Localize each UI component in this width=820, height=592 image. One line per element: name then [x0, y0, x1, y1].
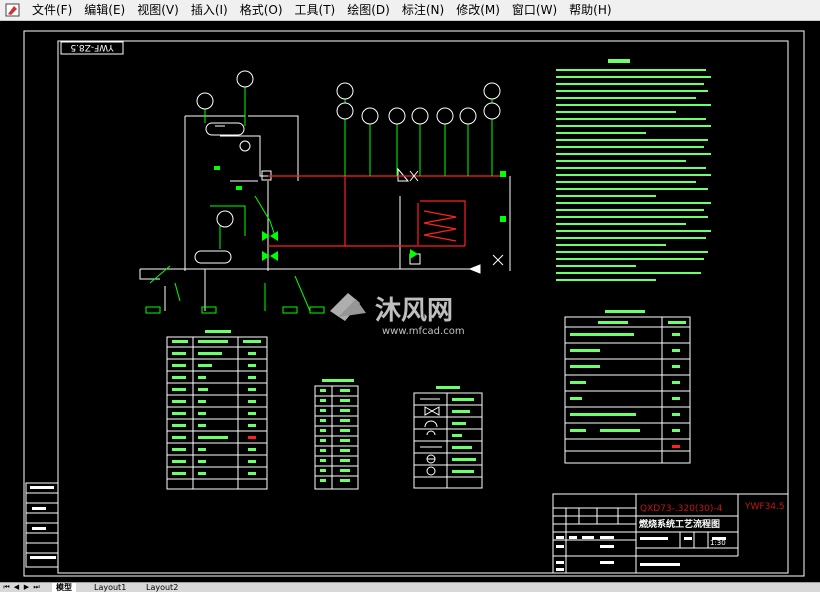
menu-view[interactable]: 视图(V): [131, 0, 185, 20]
drawing-code: QXD73-.320(30)-4: [640, 504, 723, 514]
valve-table-text: [570, 310, 686, 432]
drawing-title: 燃烧系统工艺流程图: [639, 518, 720, 530]
watermark-brand: 沐风网: [375, 296, 453, 326]
watermark-url: www.mfcad.com: [382, 326, 465, 337]
menu-dimension[interactable]: 标注(N): [396, 0, 450, 20]
menu-modify[interactable]: 修改(M): [450, 0, 506, 20]
marks: [409, 170, 504, 274]
menu-edit[interactable]: 编辑(E): [78, 0, 131, 20]
instrument-bubbles: [196, 70, 501, 228]
menu-bar: 文件(F) 编辑(E) 视图(V) 插入(I) 格式(O) 工具(T) 绘图(D…: [0, 0, 820, 21]
menu-format[interactable]: 格式(O): [234, 0, 289, 20]
valve-table: [564, 316, 691, 464]
technical-notes: [556, 59, 711, 281]
rotated-label: YWF-Z8.5: [70, 42, 114, 52]
red-cell: [248, 436, 256, 439]
menu-help[interactable]: 帮助(H): [563, 0, 617, 20]
watermark: 沐风网 www.mfcad.com: [330, 293, 465, 337]
menu-file[interactable]: 文件(F): [26, 0, 78, 20]
callouts: [145, 306, 325, 314]
title-block-text: [556, 536, 726, 571]
symbol-table-text: [320, 379, 354, 482]
red-piping: [268, 175, 500, 247]
drawing-scale: 1:30: [710, 539, 726, 547]
app-icon[interactable]: [4, 1, 22, 19]
cad-drawing: YWF-Z8.5 QXD73-.320(30)-4 YWF34.5 燃烧系统工艺…: [23, 30, 805, 577]
revision-strip: [25, 482, 59, 568]
menu-insert[interactable]: 插入(I): [185, 0, 234, 20]
menu-window[interactable]: 窗口(W): [506, 0, 563, 20]
menu-draw[interactable]: 绘图(D): [341, 0, 396, 20]
drawing-canvas[interactable]: YWF-Z8.5 QXD73-.320(30)-4 YWF34.5 燃烧系统工艺…: [0, 21, 820, 582]
equipment-table-text: [172, 330, 261, 475]
process-piping: [139, 115, 511, 311]
drawing-code-right: YWF34.5: [744, 502, 785, 512]
legend-table: [413, 392, 483, 489]
menu-tools[interactable]: 工具(T): [289, 0, 342, 20]
red-cell-2: [672, 445, 680, 448]
valves: [214, 166, 506, 261]
